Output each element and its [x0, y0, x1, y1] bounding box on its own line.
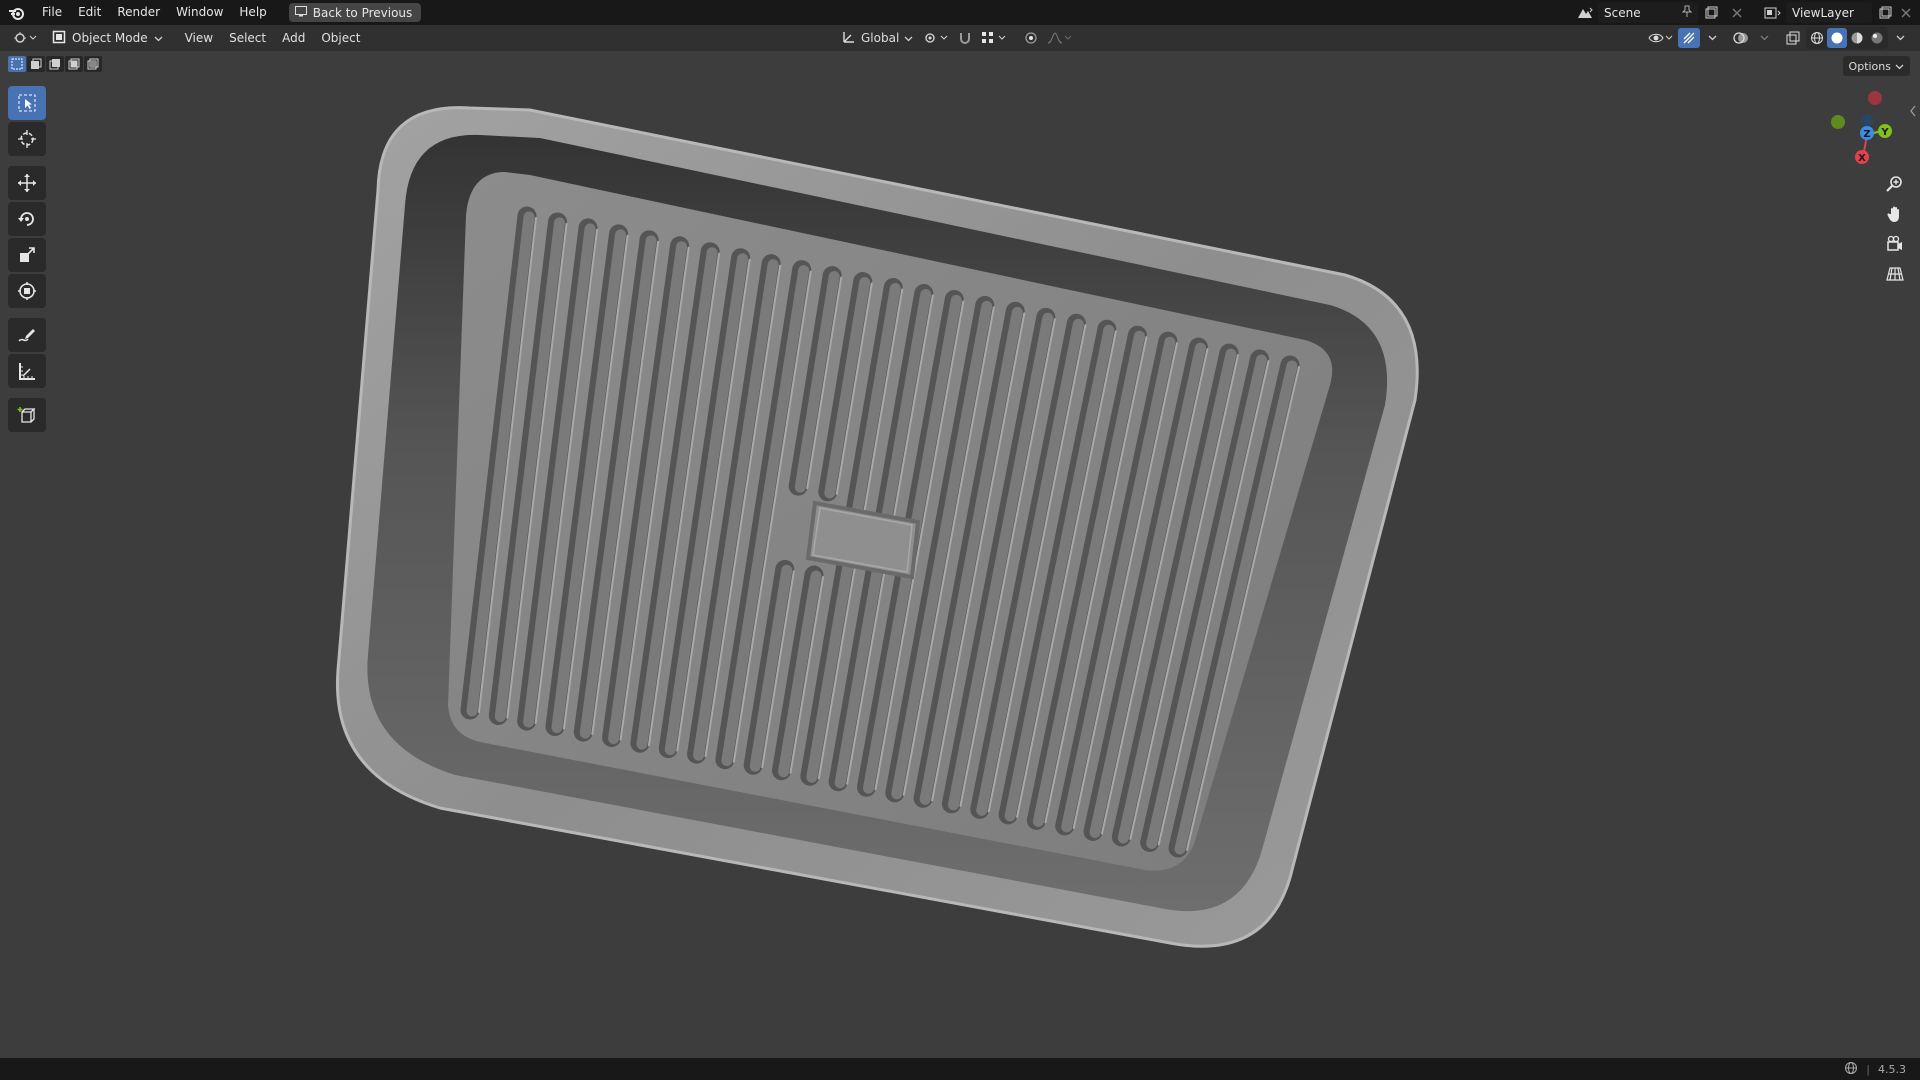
- transform-tools: Global: [838, 25, 1075, 51]
- rendered-shading-icon[interactable]: [1867, 28, 1887, 48]
- version-label: 4.5.3: [1878, 1062, 1906, 1076]
- object-mode-icon: [52, 30, 66, 47]
- viewport-display-tools: [1646, 25, 1910, 51]
- status-bar: | 4.5.3: [0, 1058, 1920, 1080]
- overlays-toggle-icon[interactable]: [1730, 28, 1752, 48]
- overlays-dropdown-icon[interactable]: [1754, 28, 1774, 48]
- transform-orientation-label: Global: [861, 31, 900, 45]
- editor-type-icon[interactable]: [10, 28, 40, 48]
- back-to-previous-button[interactable]: Back to Previous: [288, 3, 422, 22]
- visibility-icon[interactable]: [1646, 28, 1676, 48]
- delete-scene-icon[interactable]: [1724, 2, 1750, 23]
- navigation-gizmo[interactable]: Y Z X: [1820, 85, 1910, 165]
- menu-file[interactable]: File: [34, 0, 70, 25]
- navigation-buttons: [1880, 170, 1912, 290]
- snap-target-icon[interactable]: [979, 28, 1009, 48]
- menu-object[interactable]: Object: [313, 25, 368, 51]
- top-bar: File Edit Render Window Help Back to Pre…: [0, 0, 1920, 25]
- tray-3d-model[interactable]: [0, 51, 1920, 1058]
- view-layer-browse-icon[interactable]: [1760, 2, 1786, 23]
- chevron-down-icon: [154, 31, 163, 45]
- object-mode-label: Object Mode: [72, 31, 148, 45]
- menu-edit[interactable]: Edit: [70, 0, 109, 25]
- snap-toggle-icon[interactable]: [955, 28, 975, 48]
- xray-toggle-icon[interactable]: [1782, 28, 1804, 48]
- back-to-previous-label: Back to Previous: [312, 5, 413, 20]
- view-layer-selector: ViewLayer: [1760, 2, 1914, 23]
- menu-select[interactable]: Select: [221, 25, 274, 51]
- object-mode-dropdown[interactable]: Object Mode: [46, 28, 169, 48]
- gizmo-neg-x-icon: [1868, 91, 1882, 105]
- new-view-layer-icon[interactable]: [1872, 2, 1898, 23]
- menu-window[interactable]: Window: [168, 0, 231, 25]
- sidebar-toggle-icon[interactable]: [1908, 104, 1918, 118]
- transform-orientation-dropdown[interactable]: Global: [838, 28, 917, 48]
- pin-icon[interactable]: [1681, 5, 1693, 20]
- svg-text:Y: Y: [1880, 127, 1889, 138]
- scene-name-field[interactable]: Scene: [1598, 2, 1698, 23]
- new-scene-icon[interactable]: [1698, 2, 1724, 23]
- gizmo-neg-y-icon: [1831, 115, 1845, 129]
- view-layer-field[interactable]: ViewLayer: [1786, 2, 1872, 23]
- shading-dropdown-icon[interactable]: [1890, 28, 1910, 48]
- view-layer-name: ViewLayer: [1792, 5, 1854, 20]
- hand-pan-icon[interactable]: [1880, 200, 1910, 228]
- gizmo-toggle-icon[interactable]: [1678, 28, 1700, 48]
- solid-shading-icon[interactable]: [1827, 28, 1847, 48]
- scene-name: Scene: [1604, 5, 1641, 20]
- menu-render[interactable]: Render: [109, 0, 168, 25]
- wireframe-shading-icon[interactable]: [1807, 28, 1827, 48]
- menu-add[interactable]: Add: [274, 25, 313, 51]
- menu-help[interactable]: Help: [231, 0, 274, 25]
- status-divider: |: [1866, 1062, 1870, 1076]
- chevron-down-icon: [904, 31, 913, 45]
- gizmo-dropdown-icon[interactable]: [1702, 28, 1722, 48]
- delete-view-layer-icon[interactable]: [1898, 2, 1914, 23]
- camera-view-icon[interactable]: [1880, 230, 1910, 258]
- gizmo-neg-z-icon: [1861, 114, 1873, 126]
- blender-logo-icon[interactable]: [0, 0, 34, 25]
- menu-view[interactable]: View: [177, 25, 221, 51]
- network-globe-icon[interactable]: [1844, 1061, 1858, 1078]
- svg-text:Z: Z: [1863, 129, 1870, 140]
- scene-browse-icon[interactable]: [1572, 2, 1598, 23]
- proportional-falloff-icon[interactable]: [1045, 28, 1075, 48]
- material-shading-icon[interactable]: [1847, 28, 1867, 48]
- shading-modes: [1806, 27, 1888, 49]
- orientation-axis-icon: [842, 30, 856, 47]
- screen-icon: [294, 5, 307, 20]
- pivot-point-icon[interactable]: [921, 28, 951, 48]
- zoom-icon[interactable]: [1880, 170, 1910, 198]
- svg-text:X: X: [1858, 153, 1866, 164]
- proportional-editing-icon[interactable]: [1021, 28, 1041, 48]
- scene-selector: Scene: [1572, 2, 1750, 23]
- perspective-grid-icon[interactable]: [1880, 260, 1910, 288]
